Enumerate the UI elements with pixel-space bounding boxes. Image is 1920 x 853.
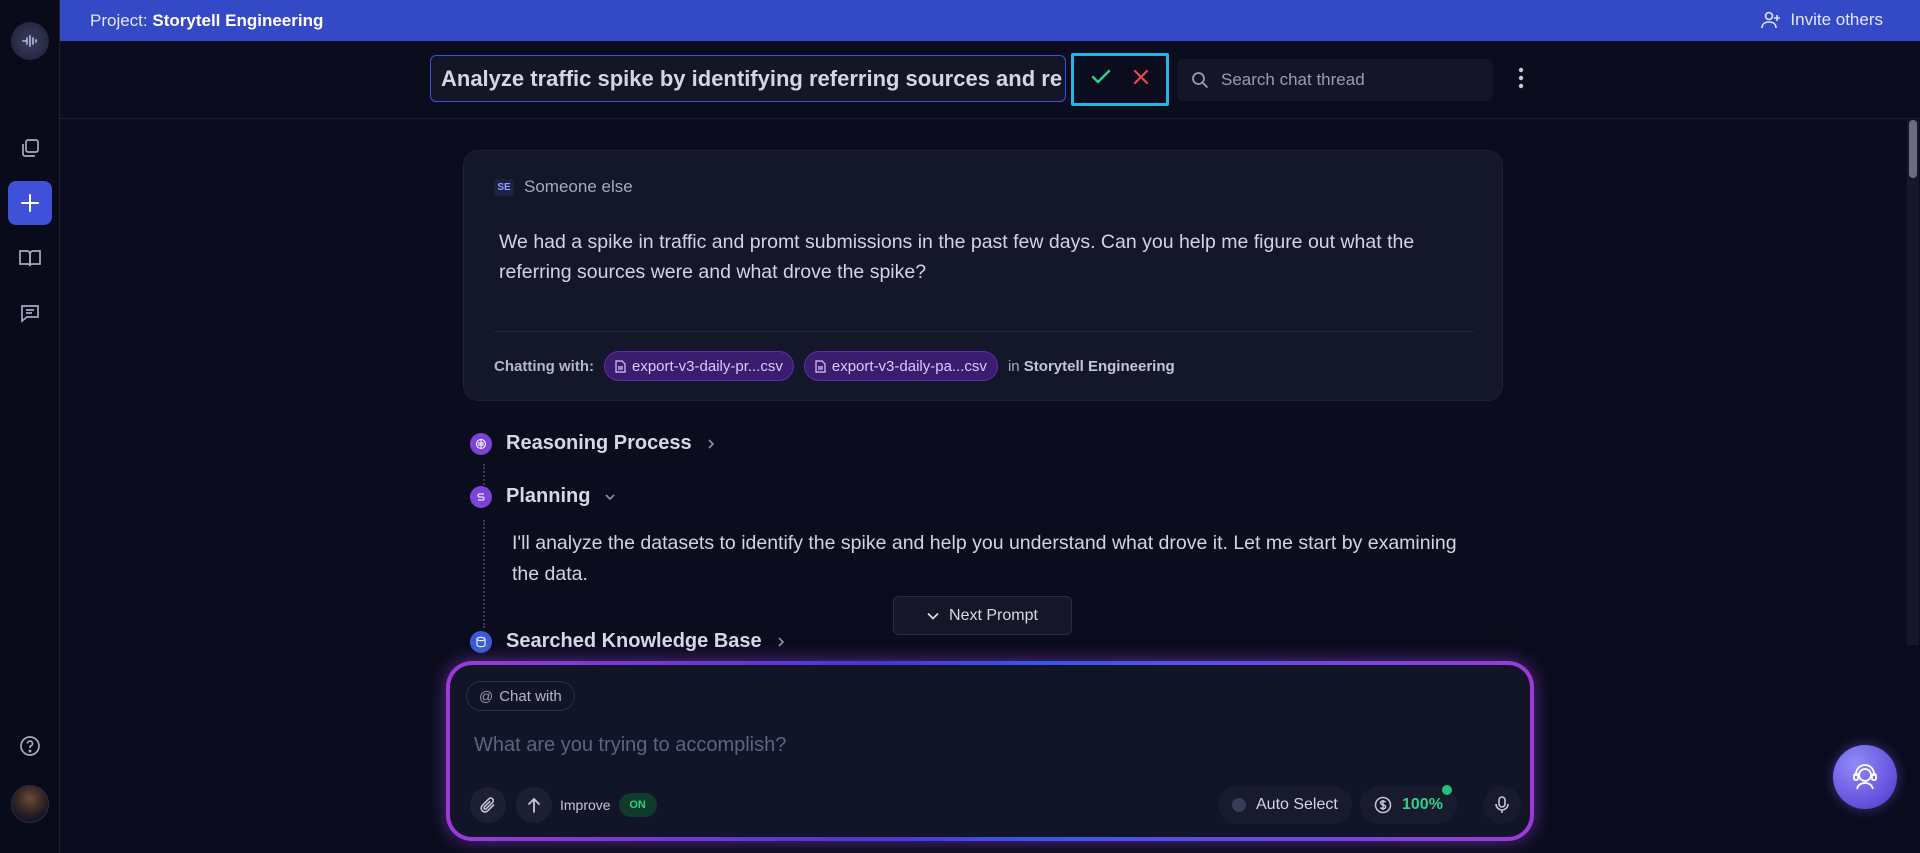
chatting-with-row: Chatting with: export-v3-daily-pr...csv …: [494, 351, 1175, 381]
step-label: Reasoning Process: [506, 432, 692, 454]
searched-knowledge-base-step[interactable]: Searched Knowledge Base: [470, 630, 786, 653]
help-icon[interactable]: [8, 724, 52, 768]
brain-icon: [470, 432, 492, 455]
message-author: SE Someone else: [494, 177, 633, 197]
support-button[interactable]: [1833, 745, 1897, 809]
user-message-card: SE Someone else We had a spike in traffi…: [463, 150, 1503, 401]
planning-step[interactable]: Planning: [470, 485, 616, 508]
database-icon: [470, 630, 492, 653]
new-chat-button[interactable]: [8, 181, 52, 225]
chat-thread: SE Someone else We had a spike in traffi…: [60, 120, 1905, 660]
context-project-name: Storytell Engineering: [1023, 357, 1175, 375]
author-name: Someone else: [524, 177, 633, 196]
author-initials-badge: SE: [494, 178, 514, 196]
chat-with-label: Chat with: [499, 687, 562, 705]
improve-toggle[interactable]: Improve ON: [560, 793, 657, 817]
logo-icon[interactable]: [11, 22, 49, 60]
invite-others-button[interactable]: Invite others: [1761, 10, 1883, 30]
chevron-down-icon: [605, 493, 616, 500]
thread-title-input[interactable]: Analyze traffic spike by identifying ref…: [430, 55, 1066, 102]
project-bar: Project: Storytell Engineering Invite ot…: [60, 0, 1920, 41]
project-prefix: Project:: [90, 10, 148, 30]
credits-value: 100%: [1402, 796, 1443, 813]
sidebar-copy-icon[interactable]: [8, 126, 52, 170]
at-icon: @: [479, 688, 494, 704]
prompt-input[interactable]: What are you trying to accomplish?: [474, 734, 786, 757]
chevron-right-icon: [778, 636, 784, 647]
reasoning-process-step[interactable]: Reasoning Process: [470, 432, 716, 455]
step-label: Searched Knowledge Base: [506, 630, 762, 652]
arrow-up-icon: [528, 797, 540, 813]
model-label: Auto Select: [1256, 796, 1338, 813]
attach-button[interactable]: [470, 787, 506, 823]
confirm-check-icon[interactable]: [1091, 69, 1111, 90]
chatting-with-label: Chatting with:: [494, 357, 594, 375]
search-icon: [1192, 72, 1209, 89]
search-placeholder: Search chat thread: [1221, 70, 1365, 89]
next-prompt-button[interactable]: Next Prompt: [893, 596, 1072, 635]
file-chip[interactable]: export-v3-daily-pr...csv: [603, 351, 794, 381]
user-plus-icon: [1761, 11, 1781, 29]
sidebar-chat-icon[interactable]: [8, 291, 52, 335]
next-prompt-label: Next Prompt: [949, 606, 1038, 624]
model-icon: [1232, 798, 1246, 812]
message-divider: [494, 331, 1474, 332]
project-name[interactable]: Storytell Engineering: [152, 11, 323, 30]
chevron-right-icon: [708, 438, 714, 449]
cancel-x-icon[interactable]: [1133, 69, 1149, 90]
project-context: in Storytell Engineering: [1008, 358, 1175, 375]
microphone-icon: [1495, 796, 1509, 813]
microphone-button[interactable]: [1483, 786, 1521, 824]
composer: @ Chat with What are you trying to accom…: [450, 665, 1530, 837]
chevron-down-icon: [927, 612, 939, 620]
scrollbar[interactable]: [1907, 120, 1919, 645]
file-chip-label: export-v3-daily-pa...csv: [831, 357, 987, 375]
status-dot: [1442, 785, 1452, 795]
title-edit-actions: [1071, 53, 1169, 106]
improve-state-badge: ON: [618, 793, 657, 817]
step-label: Planning: [506, 485, 591, 507]
composer-glow-border: @ Chat with What are you trying to accom…: [446, 661, 1534, 841]
planning-icon: [470, 485, 492, 508]
message-text: We had a spike in traffic and promt subm…: [499, 231, 1415, 283]
chat-with-button[interactable]: @ Chat with: [466, 681, 575, 711]
planning-text: I'll analyze the datasets to identify th…: [512, 532, 1457, 585]
sidebar-book-icon[interactable]: [8, 236, 52, 280]
more-options-icon[interactable]: [1518, 67, 1524, 94]
search-chat-thread-input[interactable]: Search chat thread: [1177, 59, 1493, 101]
support-agent-icon: [1853, 764, 1877, 790]
upload-button[interactable]: [516, 787, 552, 823]
improve-label: Improve: [560, 797, 611, 813]
invite-label: Invite others: [1790, 10, 1883, 29]
project-label: Project: Storytell Engineering: [90, 11, 323, 31]
avatar[interactable]: [11, 785, 49, 823]
in-prefix: in: [1007, 357, 1020, 375]
paperclip-icon: [480, 797, 495, 813]
file-icon: [815, 359, 826, 373]
file-icon: [615, 359, 626, 373]
sidebar: [0, 0, 60, 853]
file-chip-label: export-v3-daily-pr...csv: [631, 357, 783, 375]
scrollbar-thumb[interactable]: [1909, 120, 1917, 178]
dollar-icon: [1374, 796, 1392, 814]
file-chip[interactable]: export-v3-daily-pa...csv: [803, 351, 998, 381]
timeline-connector: [483, 520, 485, 628]
thread-header: Analyze traffic spike by identifying ref…: [60, 41, 1920, 119]
model-selector[interactable]: Auto Select: [1218, 786, 1352, 824]
